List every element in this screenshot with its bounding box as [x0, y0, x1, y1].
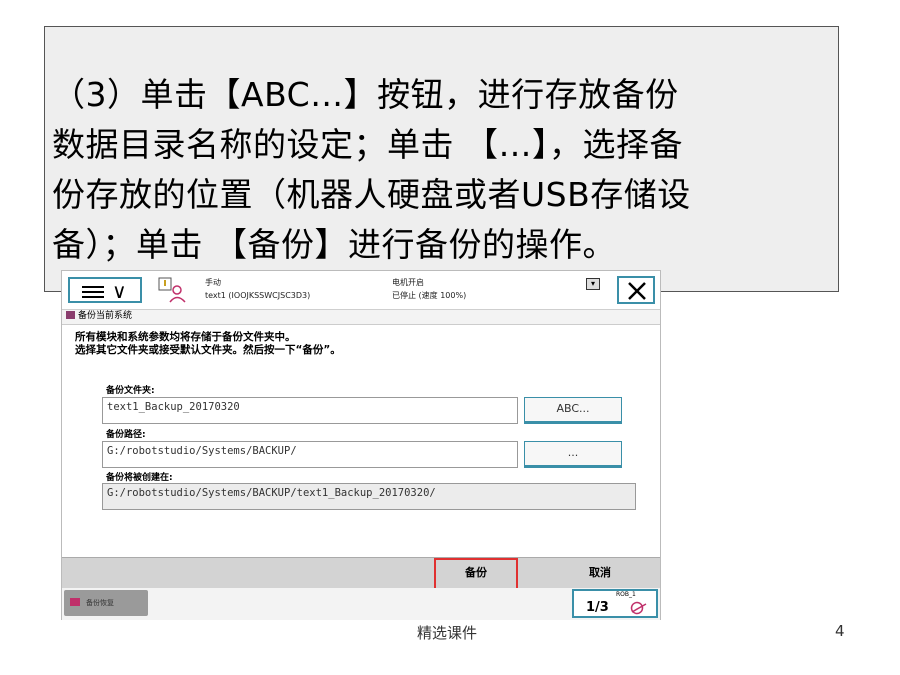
- instruction-text: （3）单击【ABC…】按钮，进行存放备份 数据目录名称的设定；单击 【…】，选择…: [52, 70, 842, 270]
- quickset-button[interactable]: ROB_1 1/3: [572, 589, 658, 618]
- task-tab-label: 备份恢复: [86, 599, 114, 607]
- action-bar: 备份 取消: [62, 557, 660, 592]
- backup-app-icon: [66, 311, 75, 319]
- backup-restore-icon: [70, 598, 80, 606]
- page-number: 4: [835, 622, 845, 640]
- info-message-line: 选择其它文件夹或接受默认文件夹。然后按一下“备份”。: [75, 344, 341, 356]
- browse-button[interactable]: ...: [524, 441, 622, 468]
- created-label: 备份将被创建在:: [106, 473, 173, 483]
- mechanical-unit-text: ROB_1: [616, 591, 636, 598]
- backup-path-input[interactable]: G:/robotstudio/Systems/BACKUP/: [102, 441, 518, 468]
- created-path-field: G:/robotstudio/Systems/BACKUP/text1_Back…: [102, 483, 636, 510]
- task-tab-backup-restore[interactable]: 备份恢复: [64, 590, 148, 616]
- close-button[interactable]: [617, 276, 655, 304]
- abc-button[interactable]: ABC...: [524, 397, 622, 424]
- chevron-down-icon: ∨: [112, 279, 127, 303]
- backup-folder-input[interactable]: text1_Backup_20170320: [102, 397, 518, 424]
- cancel-button[interactable]: 取消: [562, 558, 638, 588]
- instruction-line: 备）；单击 【备份】进行备份的操作。: [52, 225, 616, 264]
- quickset-robot-icon: [630, 601, 647, 615]
- speed-fraction-text: 1/3: [586, 600, 609, 615]
- instruction-line: 数据目录名称的设定；单击 【…】，选择备: [52, 125, 683, 164]
- close-icon: [628, 282, 646, 300]
- instruction-line: 份存放的位置（机器人硬盘或者USB存储设: [52, 175, 691, 214]
- robot-status-icon[interactable]: [158, 277, 188, 303]
- taskbar: 备份恢复 ROB_1 1/3: [62, 588, 660, 620]
- motor-state-text: 电机开启: [392, 278, 424, 287]
- flexpendant-screenshot: ∨ 手动 text1 (IOOJKSSWCJSC3D3) 电机开启 已停止 (速…: [61, 270, 661, 620]
- run-state-text: 已停止 (速度 100%): [392, 291, 467, 300]
- info-message-line: 所有模块和系统参数均将存储于备份文件夹中。: [75, 331, 296, 343]
- mode-text: 手动: [205, 278, 221, 287]
- instruction-line: （3）单击【ABC…】按钮，进行存放备份: [52, 75, 679, 114]
- path-label: 备份路径:: [106, 430, 146, 440]
- system-name-text: text1 (IOOJKSSWCJSC3D3): [205, 291, 311, 300]
- status-bar: ∨ 手动 text1 (IOOJKSSWCJSC3D3) 电机开启 已停止 (速…: [62, 271, 660, 310]
- window-title: 备份当前系统: [78, 311, 133, 321]
- backup-form: 所有模块和系统参数均将存储于备份文件夹中。 选择其它文件夹或接受默认文件夹。然后…: [62, 324, 660, 558]
- folder-label: 备份文件夹:: [106, 386, 155, 396]
- backup-highlight-box: [434, 558, 518, 592]
- footer-text: 精选课件: [417, 624, 478, 642]
- hamburger-icon: [82, 286, 104, 288]
- window-titlebar: 备份当前系统: [62, 309, 660, 323]
- window-list-icon[interactable]: ▾: [586, 278, 600, 290]
- main-menu-button[interactable]: ∨: [68, 277, 142, 303]
